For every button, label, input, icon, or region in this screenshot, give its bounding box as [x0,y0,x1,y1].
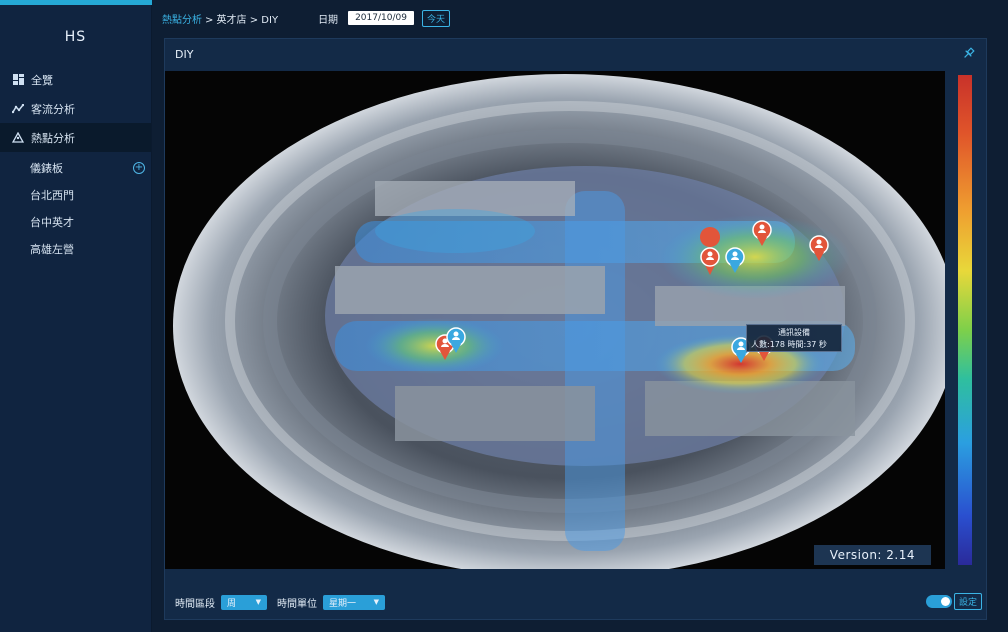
nav-item-label: 客流分析 [31,102,75,116]
nav-item-label: 熱點分析 [31,131,75,145]
settings-button[interactable]: 設定 [953,593,982,610]
breadcrumb: > 英才店 > DIY [205,14,279,26]
period-label: 時間區段 [175,598,215,610]
sub-nav: 儀錶板 + 台北西門 台中英才 高雄左營 [0,154,151,262]
sub-item-dashboard[interactable]: 儀錶板 + [0,154,151,181]
sub-item-label: 高雄左營 [30,242,74,256]
nav-item-traffic-analysis[interactable]: 客流分析 [0,94,151,123]
nav-item-overview[interactable]: 全覽 [0,65,151,94]
tooltip-detail: 人數:178 時間:37 秒 [751,340,827,349]
heatmap-panel: DIY 通訊設備 人數:178 時間:37 秒 Version: 2.14 時間… [164,38,987,620]
tooltip-title: 通訊設備 [778,328,810,337]
mountain-icon [12,132,24,144]
add-icon[interactable]: + [133,161,145,174]
trend-line-icon [12,103,24,115]
store-floor-image [165,71,945,569]
chevron-down-icon: ▼ [373,598,379,606]
header: 熱點分析 > 英才店 > DIY 日期 2017/10/09 今天 [152,0,1008,36]
sub-item-label: 台中英才 [30,215,74,229]
panel-footer: 時間區段 周 ▼ 時間單位 星期一 ▼ 設定 [165,585,988,619]
app-root: HS 全覽 客流分析 熱點分析 儀錶板 + 台北西門 台中英才 高雄左營 熱點分… [0,0,1008,632]
pin-icon[interactable] [962,47,976,61]
nav-item-label: 全覽 [31,73,53,87]
sidebar-accent-bar [0,0,152,5]
heatmap-toggle[interactable] [926,595,952,608]
breadcrumb-root[interactable]: 熱點分析 [162,11,202,26]
time-unit-select[interactable]: 星期一 ▼ [323,594,385,610]
today-button[interactable]: 今天 [421,9,450,27]
panel-title: DIY [175,47,194,61]
panel-header: DIY [165,39,986,69]
heat-color-scale [958,75,972,565]
brand-logo: HS [64,29,87,45]
main-nav: 全覽 客流分析 熱點分析 [0,65,151,152]
sub-item-label: 台北西門 [30,188,74,202]
time-unit-select-value: 星期一 [329,598,357,609]
sub-item-kaohsiung-zuoying[interactable]: 高雄左營 [0,235,151,262]
dashboard-icon [12,74,24,86]
date-field[interactable]: 2017/10/09 [348,11,414,25]
fisheye-heatmap-view[interactable]: 通訊設備 人數:178 時間:37 秒 Version: 2.14 [165,71,945,569]
period-select-value: 周 [227,598,237,609]
version-label: Version: 2.14 [813,545,931,565]
hotspot-tooltip: 通訊設備 人數:178 時間:37 秒 [746,324,842,352]
time-unit-label: 時間單位 [277,598,317,610]
sub-item-taipei-ximen[interactable]: 台北西門 [0,181,151,208]
chevron-down-icon: ▼ [255,598,261,606]
sub-item-taichung-yingcai[interactable]: 台中英才 [0,208,151,235]
period-select[interactable]: 周 ▼ [221,594,267,610]
nav-item-hotspot-analysis[interactable]: 熱點分析 [0,123,151,152]
date-label: 日期 [318,14,339,26]
sidebar: HS 全覽 客流分析 熱點分析 儀錶板 + 台北西門 台中英才 高雄左營 [0,0,152,632]
sub-item-label: 儀錶板 [30,161,63,175]
